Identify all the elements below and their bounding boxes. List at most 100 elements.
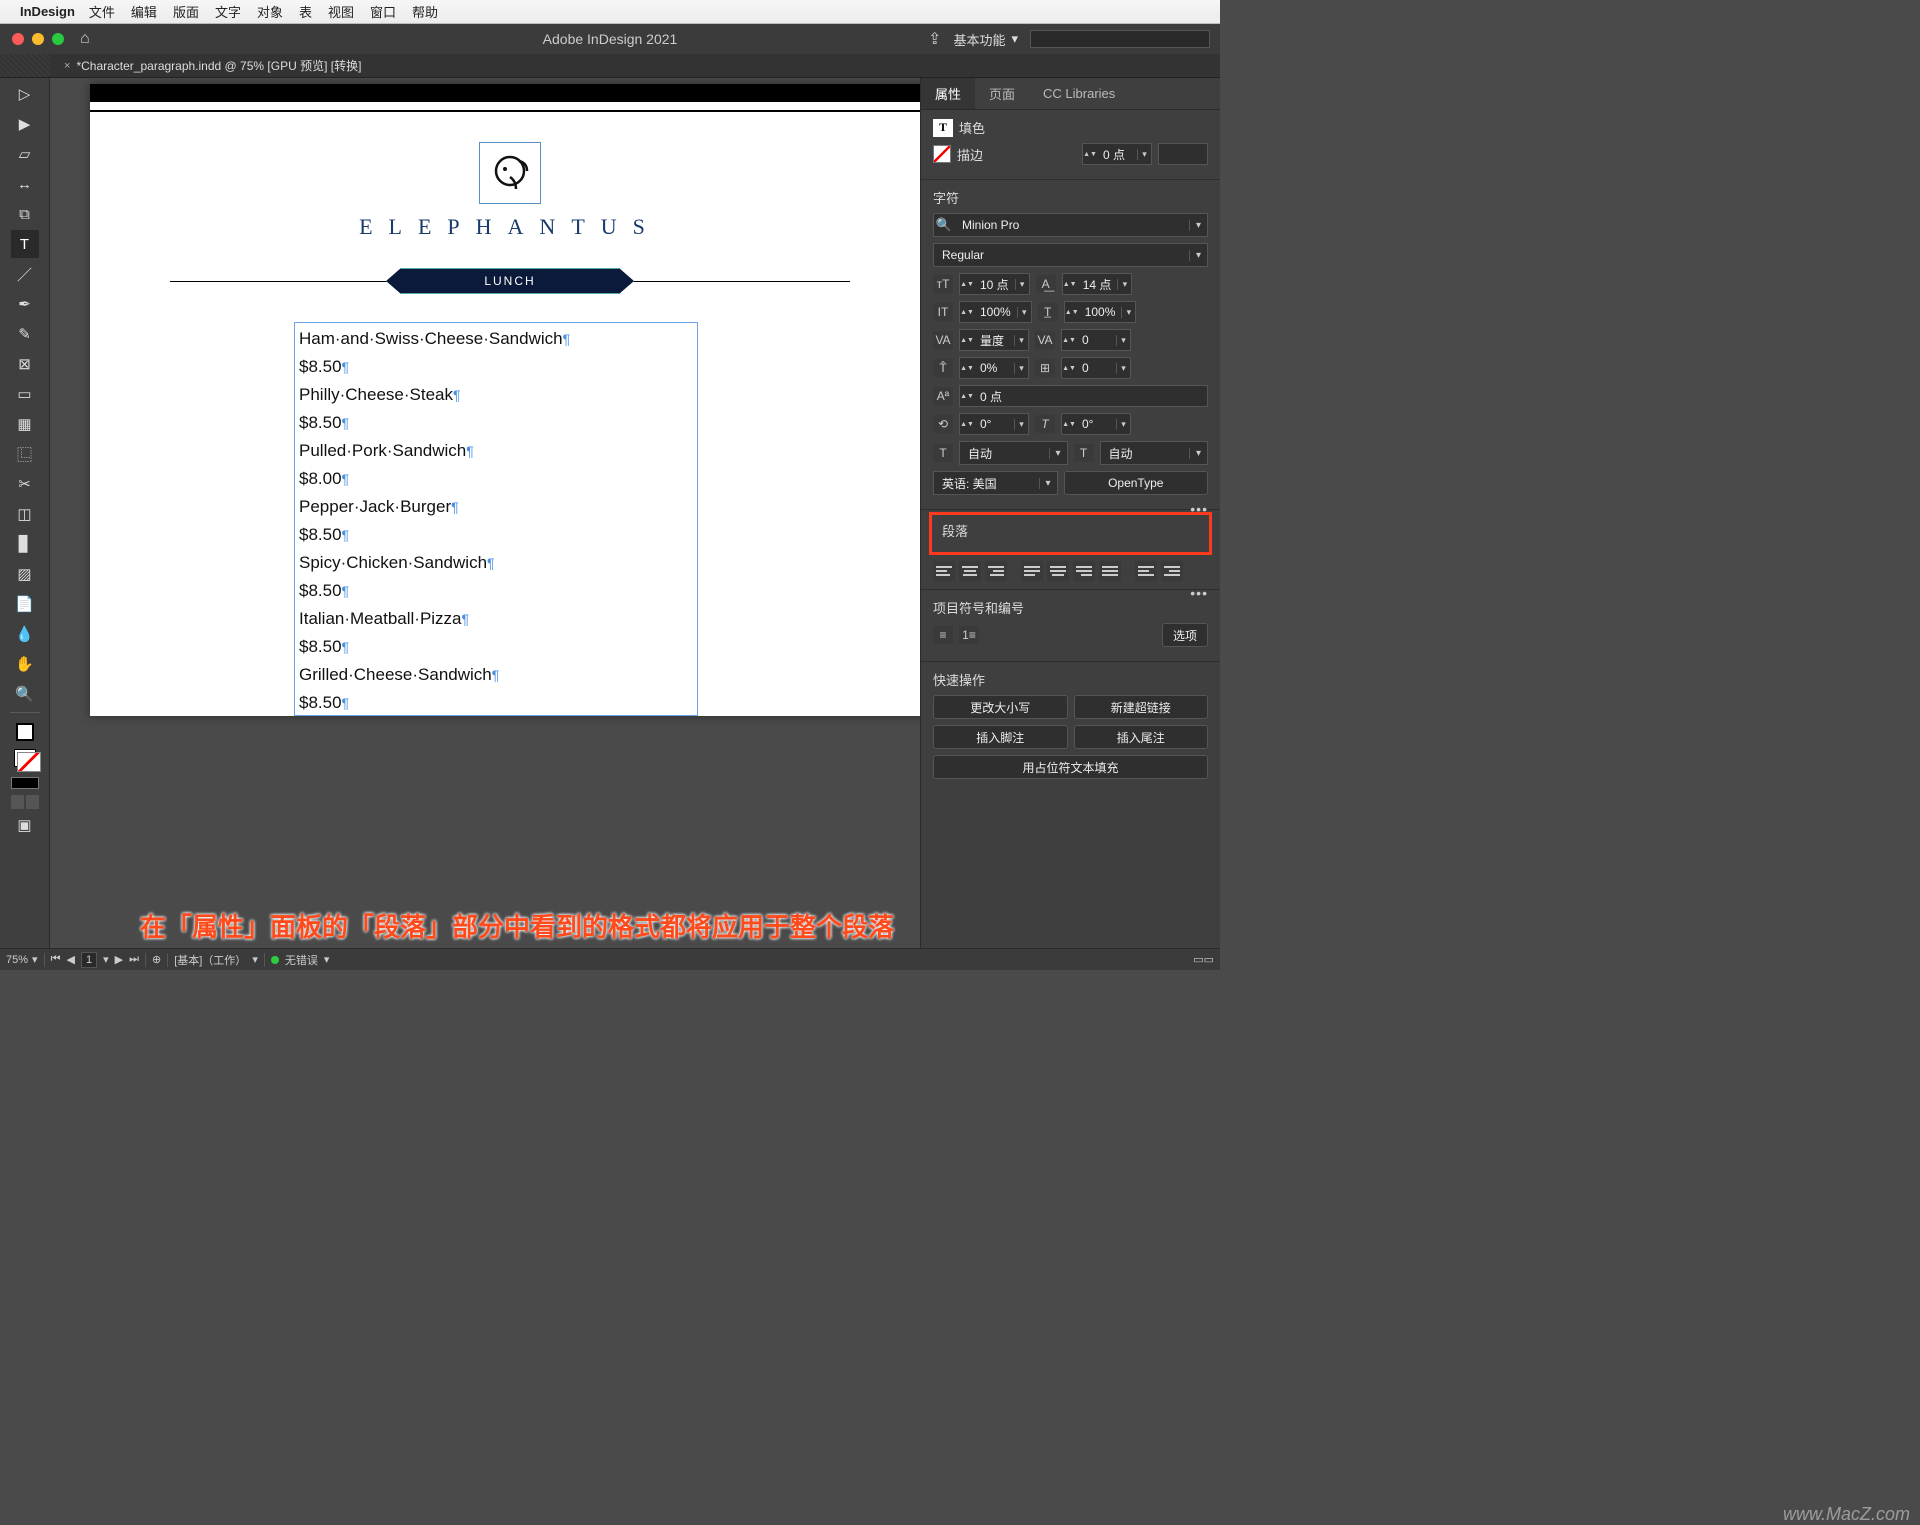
vscale-stepper[interactable]: ▲▼100%▾ xyxy=(959,301,1032,323)
align-away-spine-icon[interactable] xyxy=(1161,561,1183,581)
free-transform-tool-icon[interactable]: ◫ xyxy=(11,500,39,528)
fill-stroke-swatch[interactable] xyxy=(16,723,34,741)
workspace-dropdown[interactable]: 基本功能▾ xyxy=(953,30,1018,49)
scissors-tool-icon[interactable]: ✂ xyxy=(11,470,39,498)
window-zoom-button[interactable] xyxy=(52,33,64,45)
font-size-stepper[interactable]: ▲▼10 点▾ xyxy=(959,273,1030,295)
baseline-shift-alt-stepper[interactable]: ▲▼0▾ xyxy=(1061,357,1131,379)
auto1-dropdown[interactable]: 自动▾ xyxy=(959,441,1068,465)
leading-stepper[interactable]: ▲▼14 点▾ xyxy=(1062,273,1133,295)
pen-tool-icon[interactable]: ✒ xyxy=(11,290,39,318)
text-fill-swatch[interactable] xyxy=(14,749,36,767)
first-page-icon[interactable]: ⏮ xyxy=(51,953,61,966)
screen-mode-button[interactable]: ▣ xyxy=(11,811,39,839)
screen-mode-icons[interactable] xyxy=(11,795,39,809)
preflight-status-icon[interactable] xyxy=(271,956,279,964)
menu-table[interactable]: 表 xyxy=(299,2,312,21)
gap-tool-icon[interactable]: ↔ xyxy=(11,170,39,198)
app-name[interactable]: InDesign xyxy=(20,4,75,19)
rectangle-frame-tool-icon[interactable]: ⊠ xyxy=(11,350,39,378)
tab-pages[interactable]: 页面 xyxy=(975,78,1029,109)
new-hyperlink-button[interactable]: 新建超链接 xyxy=(1074,695,1209,719)
baseline-shift-stepper[interactable]: ▲▼0 点 xyxy=(959,385,1208,407)
selection-tool-icon[interactable]: ▷ xyxy=(11,80,39,108)
align-left-icon[interactable] xyxy=(933,561,955,581)
gradient-feather-tool-icon[interactable]: ▨ xyxy=(11,560,39,588)
menu-window[interactable]: 窗口 xyxy=(370,2,396,21)
language-dropdown[interactable]: 英语: 美国▾ xyxy=(933,471,1058,495)
auto2-dropdown[interactable]: 自动▾ xyxy=(1100,441,1209,465)
bulleted-list-icon[interactable]: ≡ xyxy=(933,626,953,644)
screen-mode-status-icon[interactable]: ▭▭ xyxy=(1193,953,1214,966)
grid2-tool-icon[interactable]: ⿺ xyxy=(11,440,39,468)
rectangle-tool-icon[interactable]: ▭ xyxy=(11,380,39,408)
search-input[interactable] xyxy=(1030,30,1210,48)
preflight-label[interactable]: 无错误 xyxy=(285,952,318,968)
master-page-icon[interactable]: ⊕ xyxy=(152,953,161,966)
insert-footnote-button[interactable]: 插入脚注 xyxy=(933,725,1068,749)
document-tab[interactable]: × *Character_paragraph.indd @ 75% [GPU 预… xyxy=(50,54,375,77)
menu-object[interactable]: 对象 xyxy=(257,2,283,21)
tab-properties[interactable]: 属性 xyxy=(921,78,975,109)
change-case-button[interactable]: 更改大小写 xyxy=(933,695,1068,719)
page-number-field[interactable]: 1 xyxy=(81,952,97,968)
numbered-list-icon[interactable]: 1≡ xyxy=(959,626,979,644)
rotate-stepper[interactable]: ▲▼0°▾ xyxy=(959,413,1029,435)
stroke-style-dropdown[interactable] xyxy=(1158,143,1208,165)
zoom-tool-icon[interactable]: 🔍 xyxy=(11,680,39,708)
tab-cc-libraries[interactable]: CC Libraries xyxy=(1029,78,1129,109)
menu-view[interactable]: 视图 xyxy=(328,2,354,21)
justify-right-icon[interactable] xyxy=(1073,561,1095,581)
menu-edit[interactable]: 编辑 xyxy=(131,2,157,21)
align-center-icon[interactable] xyxy=(959,561,981,581)
justify-all-icon[interactable] xyxy=(1099,561,1121,581)
page-tool-icon[interactable]: ▱ xyxy=(11,140,39,168)
share-icon[interactable]: ⇪ xyxy=(928,29,941,49)
opentype-button[interactable]: OpenType xyxy=(1064,471,1209,495)
justify-center-icon[interactable] xyxy=(1047,561,1069,581)
page-dropdown-icon[interactable]: ▾ xyxy=(103,953,109,966)
eyedropper-tool-icon[interactable]: 💧 xyxy=(11,620,39,648)
justify-left-icon[interactable] xyxy=(1021,561,1043,581)
list-options-button[interactable]: 选项 xyxy=(1162,623,1208,647)
close-tab-icon[interactable]: × xyxy=(64,60,70,72)
tracking-stepper[interactable]: ▲▼0▾ xyxy=(1061,329,1131,351)
type-tool-icon[interactable]: T xyxy=(11,230,39,258)
align-right-icon[interactable] xyxy=(985,561,1007,581)
grid-tool-icon[interactable]: ▦ xyxy=(11,410,39,438)
layer-indicator[interactable]: [基本]（工作） xyxy=(174,952,246,968)
last-page-icon[interactable]: ⏭ xyxy=(129,953,139,966)
home-icon[interactable]: ⌂ xyxy=(80,30,90,48)
window-close-button[interactable] xyxy=(12,33,24,45)
direct-selection-tool-icon[interactable]: ▶ xyxy=(11,110,39,138)
stroke-weight-stepper[interactable]: ▲▼0 点▾ xyxy=(1082,143,1152,165)
note-tool-icon[interactable]: 📄 xyxy=(11,590,39,618)
skew-stepper[interactable]: ▲▼0°▾ xyxy=(1061,413,1131,435)
menu-layout[interactable]: 版面 xyxy=(173,2,199,21)
paragraph-more-icon[interactable]: ••• xyxy=(1190,585,1208,601)
align-towards-spine-icon[interactable] xyxy=(1135,561,1157,581)
hand-tool-icon[interactable]: ✋ xyxy=(11,650,39,678)
font-style-dropdown[interactable]: Regular▾ xyxy=(933,243,1208,267)
stroke-swatch-icon[interactable] xyxy=(933,145,951,163)
menu-file[interactable]: 文件 xyxy=(89,2,115,21)
kerning-stepper[interactable]: ▲▼量度▾ xyxy=(959,329,1029,351)
fill-icon[interactable]: T xyxy=(933,119,953,137)
hscale-stepper[interactable]: ▲▼100%▾ xyxy=(1064,301,1137,323)
fill-placeholder-button[interactable]: 用占位符文本填充 xyxy=(933,755,1208,779)
prev-page-icon[interactable]: ◀ xyxy=(66,953,74,966)
text-frame[interactable]: Ham·and·Swiss·Cheese·Sandwich¶ $8.50¶ Ph… xyxy=(294,322,698,716)
pencil-tool-icon[interactable]: ✎ xyxy=(11,320,39,348)
window-minimize-button[interactable] xyxy=(32,33,44,45)
more-options-icon[interactable]: ••• xyxy=(1190,501,1208,517)
apply-color-bar[interactable] xyxy=(11,777,39,789)
zoom-dropdown[interactable]: 75% ▾ xyxy=(6,953,38,966)
menu-help[interactable]: 帮助 xyxy=(412,2,438,21)
font-family-dropdown[interactable]: 🔍Minion Pro▾ xyxy=(933,213,1208,237)
menu-type[interactable]: 文字 xyxy=(215,2,241,21)
insert-endnote-button[interactable]: 插入尾注 xyxy=(1074,725,1209,749)
panel-grip[interactable] xyxy=(0,54,50,77)
line-tool-icon[interactable]: ／ xyxy=(11,260,39,288)
document-canvas[interactable]: ELEPHANTUS LUNCH Ham·and·Swiss·Cheese·Sa… xyxy=(50,78,920,948)
content-collector-icon[interactable]: ⧉ xyxy=(11,200,39,228)
